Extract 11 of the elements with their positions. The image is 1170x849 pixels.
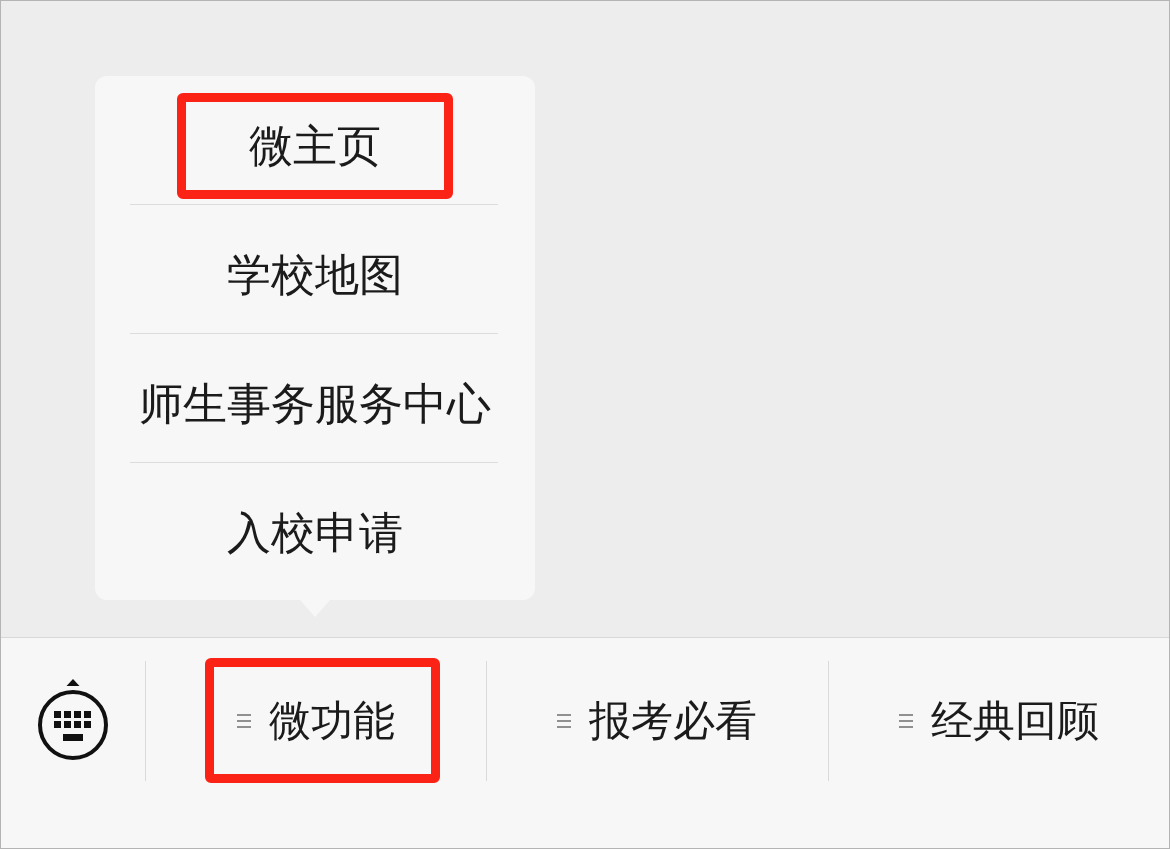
menu-icon bbox=[898, 713, 913, 729]
menu-icon bbox=[237, 713, 252, 729]
menu-button[interactable]: 报考必看 bbox=[487, 638, 828, 848]
menu-item[interactable]: 微主页 bbox=[95, 76, 535, 204]
menu-button[interactable]: 微功能 bbox=[146, 638, 487, 848]
menu-item[interactable]: 师生事务服务中心 bbox=[95, 334, 535, 462]
keyboard-icon[interactable] bbox=[37, 679, 109, 761]
menu-item[interactable]: 学校地图 bbox=[95, 205, 535, 333]
menu-item[interactable]: 入校申请 bbox=[95, 463, 535, 591]
menu-button[interactable]: 经典回顾 bbox=[828, 638, 1169, 848]
menu-icon bbox=[557, 713, 572, 729]
